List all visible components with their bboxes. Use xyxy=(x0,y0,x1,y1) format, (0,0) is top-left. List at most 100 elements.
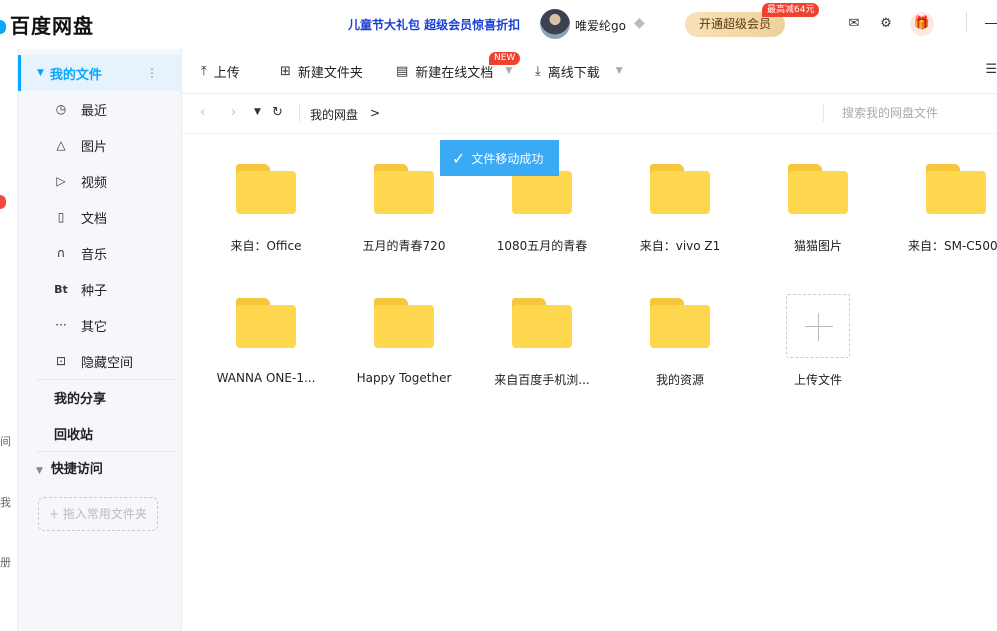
search-input[interactable] xyxy=(842,101,992,125)
folder-icon[interactable] xyxy=(926,164,986,214)
file-name[interactable]: Happy Together xyxy=(339,371,469,385)
app-logo[interactable]: 百度网盘 xyxy=(0,10,94,38)
download-icon: ⤓ xyxy=(535,63,541,79)
window-divider xyxy=(966,12,967,32)
sidebar-item-recent[interactable]: ◷ 最近 xyxy=(18,91,182,127)
notification-dot xyxy=(0,195,6,209)
upload-tile-label[interactable]: 上传文件 xyxy=(753,371,883,388)
chevron-down-icon[interactable]: ▼ xyxy=(505,66,512,76)
new-online-doc-label: 新建在线文档 xyxy=(415,65,494,81)
breadcrumb-separator[interactable]: > xyxy=(370,106,380,120)
cloud-logo-icon xyxy=(0,20,6,34)
headphones-icon: ∩ xyxy=(56,246,66,260)
toast-message: 文件移动成功 xyxy=(471,151,544,166)
play-icon: ▷ xyxy=(56,174,66,188)
quick-access-header[interactable]: ▼ 快捷访问 xyxy=(36,458,103,477)
forward-icon[interactable]: › xyxy=(231,105,236,120)
more-vertical-icon[interactable]: ⋮ xyxy=(146,66,158,80)
folder-icon[interactable] xyxy=(512,298,572,348)
upload-label: 上传 xyxy=(213,65,240,81)
rail-label[interactable]: 册 xyxy=(0,554,11,570)
folder-plus-icon: ⊞ xyxy=(280,63,291,79)
username[interactable]: 唯爱纶go xyxy=(575,17,626,34)
history-dropdown-icon[interactable]: ▼ xyxy=(254,107,261,117)
sidebar-item-images[interactable]: △ 图片 xyxy=(18,127,182,163)
sidebar-item-recycle-bin[interactable]: 回收站 xyxy=(18,415,182,451)
sidebar: ▼ 我的文件 ⋮ ◷ 最近 △ 图片 ▷ 视频 ▯ 文档 ∩ 音乐 Bt 种子 … xyxy=(18,49,182,631)
image-icon: △ xyxy=(56,138,66,152)
promo-link[interactable]: 儿童节大礼包 超级会员惊喜折扣 xyxy=(348,16,520,33)
sidebar-item-torrents[interactable]: Bt 种子 xyxy=(18,271,182,307)
bt-icon: Bt xyxy=(54,282,68,296)
check-icon: ✓ xyxy=(452,148,466,168)
lock-icon: ⊡ xyxy=(55,354,67,368)
upload-button[interactable]: ⤒ 上传 xyxy=(201,62,240,81)
sidebar-item-my-share[interactable]: 我的分享 xyxy=(18,379,182,415)
refresh-icon[interactable]: ↻ xyxy=(272,105,283,120)
new-badge: NEW xyxy=(489,52,521,65)
sidebar-item-other[interactable]: ··· 其它 xyxy=(18,307,182,343)
gift-icon[interactable]: 🎁 xyxy=(910,12,934,36)
toolbar: ⤒ 上传 ⊞ 新建文件夹 ▤ 新建在线文档 ▼ NEW ⤓ 离线下载 ▼ ☰ xyxy=(182,49,997,94)
search-divider xyxy=(823,104,824,122)
sidebar-item-label: 最近 xyxy=(81,103,108,119)
list-view-icon[interactable]: ☰ xyxy=(985,62,997,77)
new-folder-label: 新建文件夹 xyxy=(297,65,363,81)
sidebar-item-label: 我的文件 xyxy=(49,67,102,83)
app-name: 百度网盘 xyxy=(10,13,94,38)
vip-discount-badge: 最高减64元 xyxy=(762,3,820,17)
back-icon[interactable]: ‹ xyxy=(200,105,205,120)
sidebar-item-hidden-space[interactable]: ⊡ 隐藏空间 xyxy=(18,343,182,379)
folder-icon[interactable] xyxy=(236,164,296,214)
title-bar: 百度网盘 儿童节大礼包 超级会员惊喜折扣 唯爱纶go ◆ 开通超级会员 最高减6… xyxy=(0,0,997,49)
sidebar-divider xyxy=(36,451,176,452)
sidebar-item-label: 文档 xyxy=(81,211,108,227)
rail-label[interactable]: 我 xyxy=(0,494,11,510)
rail-label[interactable]: 间 xyxy=(0,433,11,449)
sidebar-item-label: 隐藏空间 xyxy=(81,355,134,371)
sidebar-item-label: 其它 xyxy=(81,319,108,335)
file-name[interactable]: 来自：SM-C5000 xyxy=(891,237,997,254)
file-name[interactable]: 五月的青春720 xyxy=(339,237,469,254)
folder-icon[interactable] xyxy=(374,298,434,348)
file-name[interactable]: 来自百度手机浏... xyxy=(477,371,607,388)
plus-icon xyxy=(805,326,833,327)
avatar[interactable] xyxy=(540,9,570,39)
toast-notification: ✓ 文件移动成功 xyxy=(440,140,559,176)
upload-tile[interactable] xyxy=(786,294,850,358)
upload-icon: ⤒ xyxy=(201,63,207,79)
folder-icon[interactable] xyxy=(788,164,848,214)
file-name[interactable]: 猫猫图片 xyxy=(753,237,883,254)
clock-icon: ◷ xyxy=(55,102,67,116)
document-icon: ▤ xyxy=(396,63,409,79)
drop-folder-zone[interactable]: + 拖入常用文件夹 xyxy=(38,497,158,531)
folder-icon[interactable] xyxy=(374,164,434,214)
folder-icon[interactable] xyxy=(650,298,710,348)
sidebar-item-videos[interactable]: ▷ 视频 xyxy=(18,163,182,199)
nav-bar: ‹ › ▼ ↻ 我的网盘 > xyxy=(182,94,997,134)
mail-icon[interactable]: ✉ xyxy=(846,16,862,32)
file-name[interactable]: 我的资源 xyxy=(615,371,745,388)
folder-icon[interactable] xyxy=(236,298,296,348)
sidebar-item-music[interactable]: ∩ 音乐 xyxy=(18,235,182,271)
file-name[interactable]: 来自：Office xyxy=(201,237,331,254)
caret-down-icon[interactable]: ▼ xyxy=(36,466,43,476)
offline-download-button[interactable]: ⤓ 离线下载 ▼ xyxy=(535,62,623,81)
sidebar-item-label: 视频 xyxy=(81,175,108,191)
new-folder-button[interactable]: ⊞ 新建文件夹 xyxy=(280,62,363,81)
sidebar-item-label: 种子 xyxy=(81,283,108,299)
gear-icon[interactable]: ⚙ xyxy=(878,16,894,32)
sidebar-item-my-files[interactable]: ▼ 我的文件 ⋮ xyxy=(18,55,182,91)
caret-down-icon[interactable]: ▼ xyxy=(37,68,44,78)
minimize-icon[interactable] xyxy=(985,23,997,24)
sidebar-item-documents[interactable]: ▯ 文档 xyxy=(18,199,182,235)
plus-icon xyxy=(818,313,819,341)
chevron-down-icon[interactable]: ▼ xyxy=(616,66,623,76)
breadcrumb-my-drive[interactable]: 我的网盘 xyxy=(310,106,358,123)
quick-access-label: 快捷访问 xyxy=(50,462,103,477)
offline-download-label: 离线下载 xyxy=(547,65,600,81)
folder-icon[interactable] xyxy=(650,164,710,214)
file-name[interactable]: 1080五月的青春 xyxy=(477,237,607,254)
file-name[interactable]: WANNA ONE-1... xyxy=(201,371,331,385)
file-name[interactable]: 来自：vivo Z1 xyxy=(615,237,745,254)
